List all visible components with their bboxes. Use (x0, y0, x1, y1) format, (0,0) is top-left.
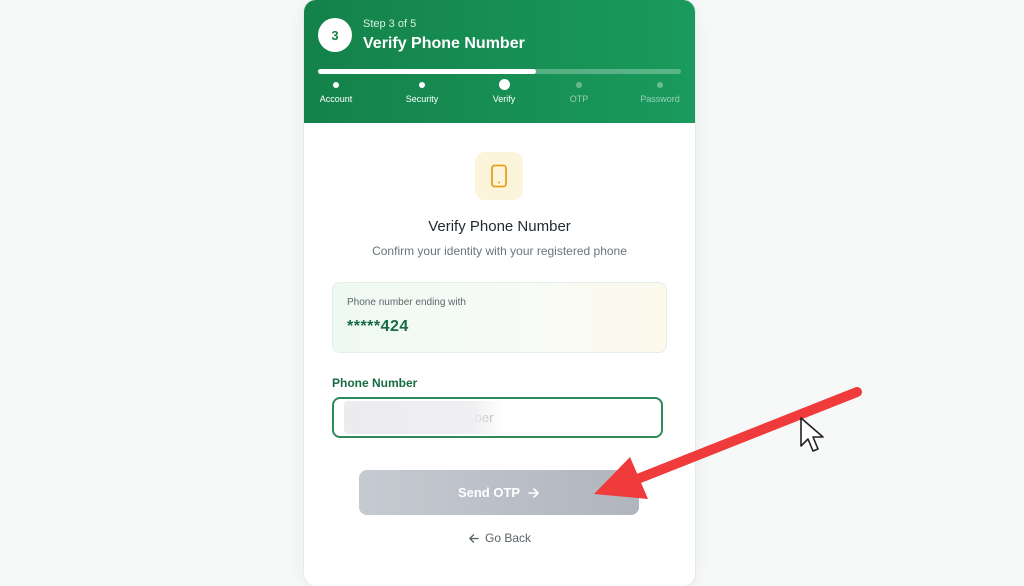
mouse-cursor-icon (800, 417, 824, 452)
step-label-password: Password (640, 94, 680, 104)
step-label-otp: OTP (569, 94, 589, 104)
step-dot-otp (576, 82, 582, 88)
step-label-account: Account (319, 94, 353, 104)
progress-fill (318, 69, 536, 74)
step-dot-password (657, 82, 663, 88)
smartphone-icon (491, 164, 507, 188)
phone-hint-box: Phone number ending with *****424 (332, 282, 667, 353)
step-label-security: Security (405, 94, 439, 104)
arrow-left-icon (469, 533, 479, 543)
phone-hint-caption: Phone number ending with (347, 297, 466, 308)
phone-number-label: Phone Number (332, 376, 418, 390)
send-otp-button[interactable]: Send OTP (359, 470, 639, 515)
step-counter: Step 3 of 5 (363, 18, 417, 30)
section-title: Verify Phone Number (428, 218, 571, 235)
progress-track (318, 69, 681, 74)
wizard-header: 3 Step 3 of 5 Verify Phone Number Accoun… (304, 0, 695, 123)
phone-icon-container (475, 152, 523, 200)
step-dot-verify (499, 79, 510, 90)
go-back-link[interactable]: Go Back (304, 531, 695, 545)
step-dot-security (419, 82, 425, 88)
step-label-verify: Verify (492, 94, 516, 104)
section-subtitle: Confirm your identity with your register… (372, 244, 627, 258)
masked-phone-number: *****424 (347, 318, 409, 335)
go-back-label: Go Back (484, 531, 532, 545)
header-title: Verify Phone Number (363, 35, 525, 52)
send-otp-label: Send OTP (457, 485, 521, 500)
arrow-right-icon (528, 487, 539, 498)
verification-card: 3 Step 3 of 5 Verify Phone Number Accoun… (304, 0, 695, 586)
step-number-badge: 3 (318, 18, 352, 52)
step-dot-account (333, 82, 339, 88)
redaction-blur (344, 401, 504, 434)
